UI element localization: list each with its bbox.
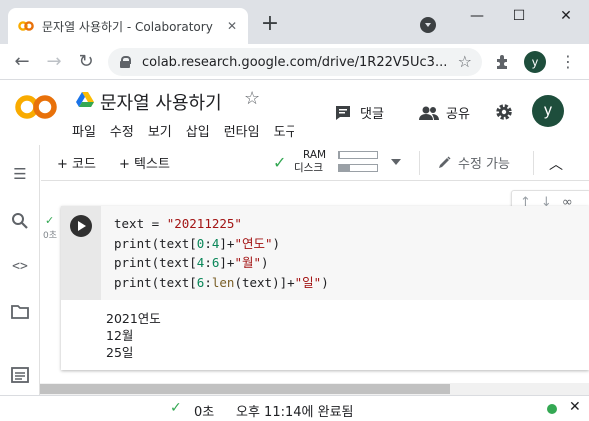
collapse-header-chevron-up-icon[interactable]: ︿	[549, 154, 563, 174]
runtime-status-dot-icon	[547, 404, 557, 414]
code-line: text = "20211225"	[114, 216, 242, 231]
colab-header: 문자열 사용하기 ☆ 파일 수정 보기 삽입 런타임 도구 댓글 공유 y	[0, 81, 589, 145]
scrollbar-thumb[interactable]	[40, 384, 450, 394]
people-icon	[419, 106, 439, 120]
cell-output: 2021연도 12월 25일	[101, 310, 589, 361]
browser-profile-avatar[interactable]: y	[524, 51, 546, 73]
left-sidebar: ☰ <>	[0, 145, 40, 395]
menu-tools[interactable]: 도구	[274, 121, 294, 140]
edit-mode-button[interactable]: 수정 가능	[437, 153, 510, 172]
status-check-icon: ✓	[170, 400, 182, 416]
code-line: print(text[4:6]+"월")	[114, 255, 269, 270]
execution-time: 0초	[43, 231, 58, 241]
settings-gear-icon[interactable]	[494, 102, 514, 122]
table-of-contents-icon[interactable]: ☰	[10, 164, 30, 184]
share-button[interactable]: 공유	[418, 103, 470, 122]
forward-icon[interactable]: →	[42, 50, 66, 74]
files-folder-icon[interactable]	[10, 302, 30, 322]
code-line: print(text[0:4]+"연도")	[114, 235, 281, 251]
run-cell-button[interactable]	[70, 215, 92, 237]
disk-label: 디스크	[294, 162, 323, 174]
output-line: 25일	[106, 345, 134, 360]
address-bar: ← → ↻ colab.research.google.com/drive/1R…	[0, 44, 589, 80]
google-drive-icon[interactable]	[76, 92, 94, 108]
ram-label: RAM	[303, 149, 327, 161]
extensions-icon[interactable]	[494, 53, 512, 71]
back-icon[interactable]: ←	[10, 50, 34, 74]
comment-icon	[336, 105, 350, 120]
menu-runtime[interactable]: 런타임	[224, 121, 260, 140]
share-label: 공유	[446, 107, 470, 122]
cell-gutter	[61, 206, 101, 300]
edit-mode-label: 수정 가능	[458, 157, 510, 172]
notebook-toolbar: + 코드 + 텍스트 ✓ RAM 디스크 수정 가능 ︿	[41, 145, 589, 181]
colab-favicon-icon	[18, 21, 34, 31]
chrome-menu-icon[interactable]: ⋮	[556, 50, 580, 74]
output-line: 2021연도	[106, 311, 161, 326]
star-notebook-icon[interactable]: ☆	[244, 88, 260, 109]
pencil-icon	[439, 156, 451, 168]
add-text-cell-button[interactable]: + 텍스트	[119, 153, 170, 172]
ram-usage-bar[interactable]	[338, 151, 378, 159]
ram-usage-fill	[339, 152, 340, 158]
toolbar-divider	[419, 151, 420, 175]
comment-label: 댓글	[360, 107, 384, 122]
search-icon[interactable]	[10, 211, 30, 231]
close-window-button[interactable]: ✕	[551, 4, 581, 28]
code-cell[interactable]: text = "20211225" print(text[0:4]+"연도") …	[61, 206, 589, 370]
colab-profile-avatar[interactable]: y	[532, 95, 564, 127]
lock-icon[interactable]	[120, 56, 131, 68]
menu-bar: 파일 수정 보기 삽입 런타임 도구	[72, 121, 308, 140]
tab-title: 문자열 사용하기 - Colaboratory	[42, 19, 213, 34]
add-code-cell-button[interactable]: + 코드	[57, 153, 96, 172]
browser-tab[interactable]: 문자열 사용하기 - Colaboratory ✕	[8, 8, 248, 44]
connected-check-icon: ✓	[273, 153, 287, 172]
execution-success-check-icon: ✓	[45, 214, 55, 227]
minimize-button[interactable]: —	[462, 4, 492, 28]
tab-close-icon[interactable]: ✕	[224, 18, 240, 34]
new-tab-button[interactable]: +	[258, 12, 282, 36]
tab-search-icon[interactable]	[420, 17, 436, 33]
menu-view[interactable]: 보기	[148, 121, 172, 140]
toolbar-divider	[533, 151, 534, 175]
reload-icon[interactable]: ↻	[74, 50, 98, 74]
status-bar: ✓ 0초 오후 11:14에 완료됨 ✕	[0, 395, 589, 421]
url-text[interactable]: colab.research.google.com/drive/1R22V5Uc…	[142, 55, 447, 70]
resources-dropdown-icon[interactable]	[391, 159, 401, 165]
horizontal-scrollbar[interactable]	[40, 383, 589, 395]
status-close-icon[interactable]: ✕	[569, 399, 581, 415]
omnibox[interactable]: colab.research.google.com/drive/1R22V5Uc…	[108, 48, 482, 76]
browser-tabstrip: 문자열 사용하기 - Colaboratory ✕ + — ☐ ✕	[0, 0, 589, 44]
menu-file[interactable]: 파일	[72, 121, 96, 140]
notebook-title[interactable]: 문자열 사용하기	[100, 89, 222, 115]
code-line: print(text[6:len(text)]+"일")	[114, 274, 329, 290]
comment-button[interactable]: 댓글	[334, 103, 384, 122]
output-line: 12월	[106, 328, 134, 343]
notebook-area: ↑ ↓ ∞ ✓ 0초 text = "20211225" print(text[…	[41, 182, 589, 395]
resource-labels[interactable]: RAM 디스크	[294, 149, 326, 175]
status-exec-time: 0초	[194, 405, 215, 420]
disk-usage-fill	[339, 165, 351, 171]
colab-logo-icon[interactable]	[14, 93, 58, 121]
maximize-button[interactable]: ☐	[504, 4, 534, 28]
bookmark-star-icon[interactable]: ☆	[458, 52, 472, 71]
code-snippets-icon[interactable]: <>	[10, 257, 30, 277]
terminal-icon[interactable]	[10, 365, 30, 385]
menu-edit[interactable]: 수정	[110, 121, 134, 140]
status-message: 오후 11:14에 완료됨	[236, 405, 354, 420]
menu-insert[interactable]: 삽입	[186, 121, 210, 140]
disk-usage-bar[interactable]	[338, 164, 378, 172]
code-editor[interactable]: text = "20211225" print(text[0:4]+"연도") …	[101, 206, 589, 300]
